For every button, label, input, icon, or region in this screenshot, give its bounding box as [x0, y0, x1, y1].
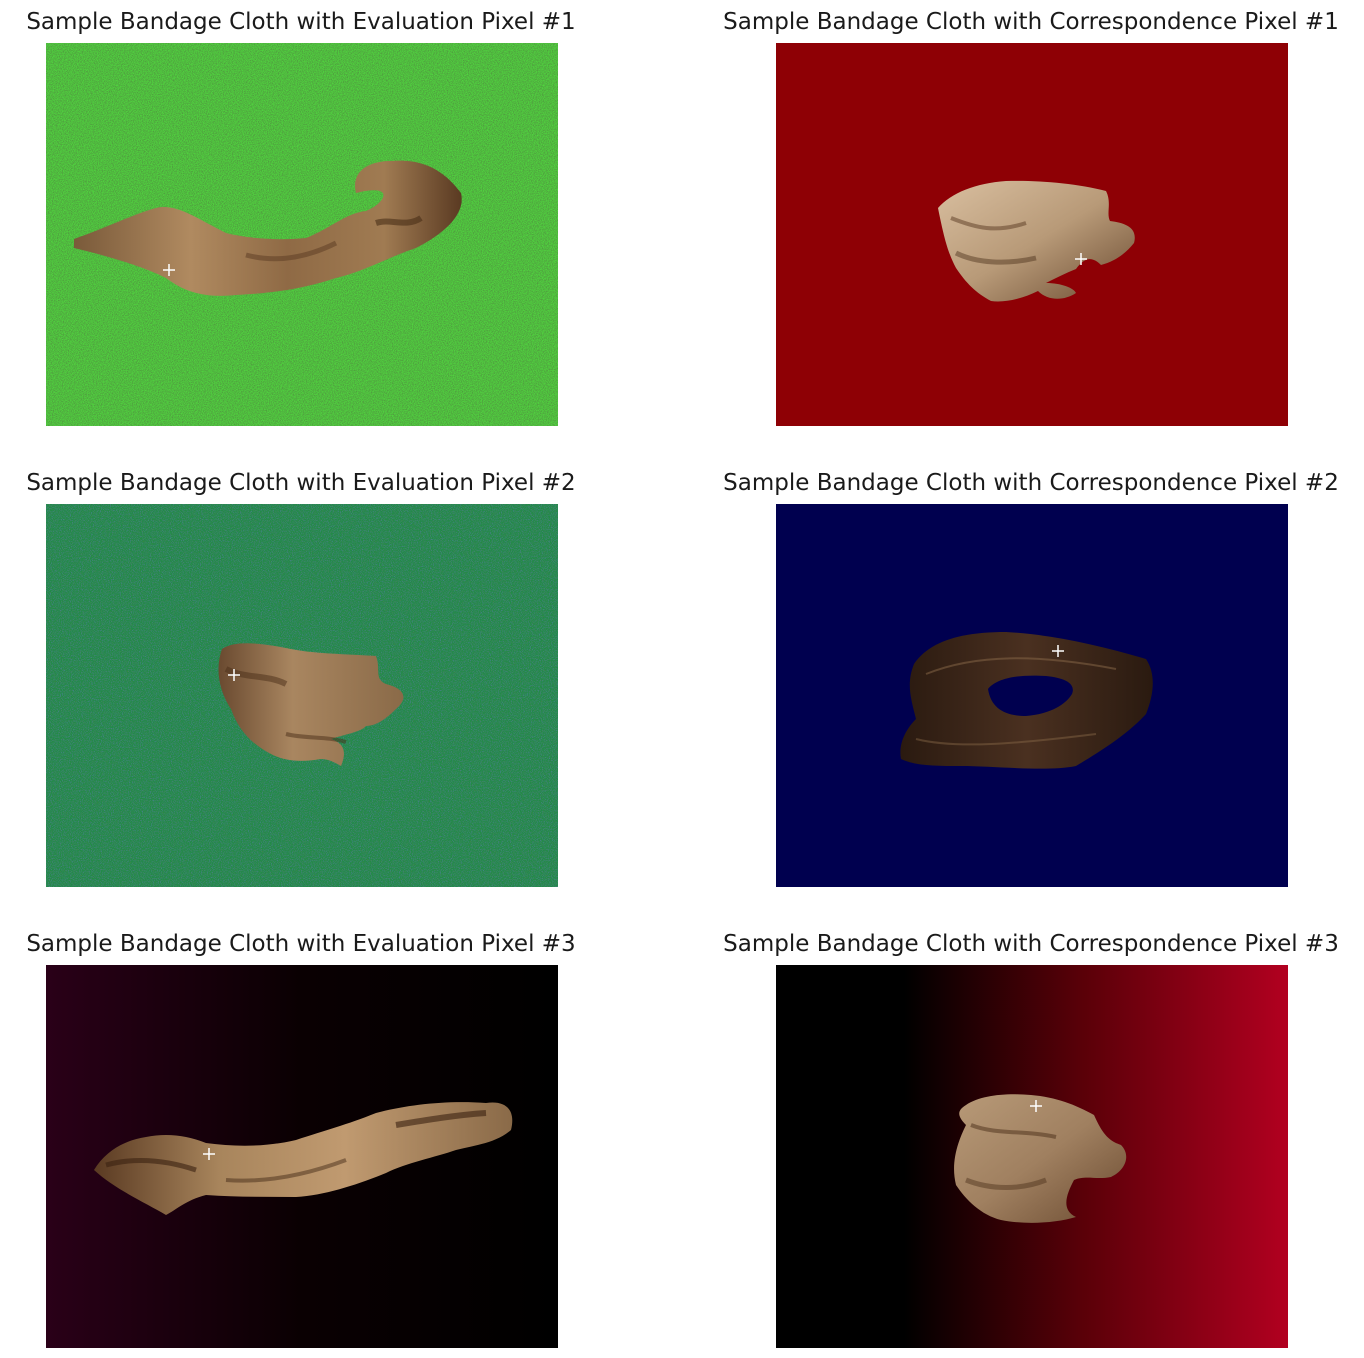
panel-title-eval-2: Sample Bandage Cloth with Evaluation Pix… [26, 470, 576, 496]
panel-title-corr-2: Sample Bandage Cloth with Correspondence… [723, 470, 1339, 496]
panel-title-corr-3: Sample Bandage Cloth with Correspondence… [723, 931, 1339, 957]
cloth-image-corr-1 [776, 43, 1288, 426]
panel-title-eval-1: Sample Bandage Cloth with Evaluation Pix… [26, 9, 576, 35]
cloth-image-eval-1 [46, 43, 558, 426]
cloth-image-corr-3 [776, 965, 1288, 1348]
image-panel-eval-1 [46, 43, 558, 426]
image-panel-eval-3 [46, 965, 558, 1348]
cloth-image-corr-2 [776, 504, 1288, 887]
image-panel-corr-1 [776, 43, 1288, 426]
panel-title-eval-3: Sample Bandage Cloth with Evaluation Pix… [26, 931, 576, 957]
image-panel-corr-3 [776, 965, 1288, 1348]
image-panel-corr-2 [776, 504, 1288, 887]
cloth-image-eval-2 [46, 504, 558, 887]
panel-title-corr-1: Sample Bandage Cloth with Correspondence… [723, 9, 1339, 35]
image-panel-eval-2 [46, 504, 558, 887]
cloth-image-eval-3 [46, 965, 558, 1348]
